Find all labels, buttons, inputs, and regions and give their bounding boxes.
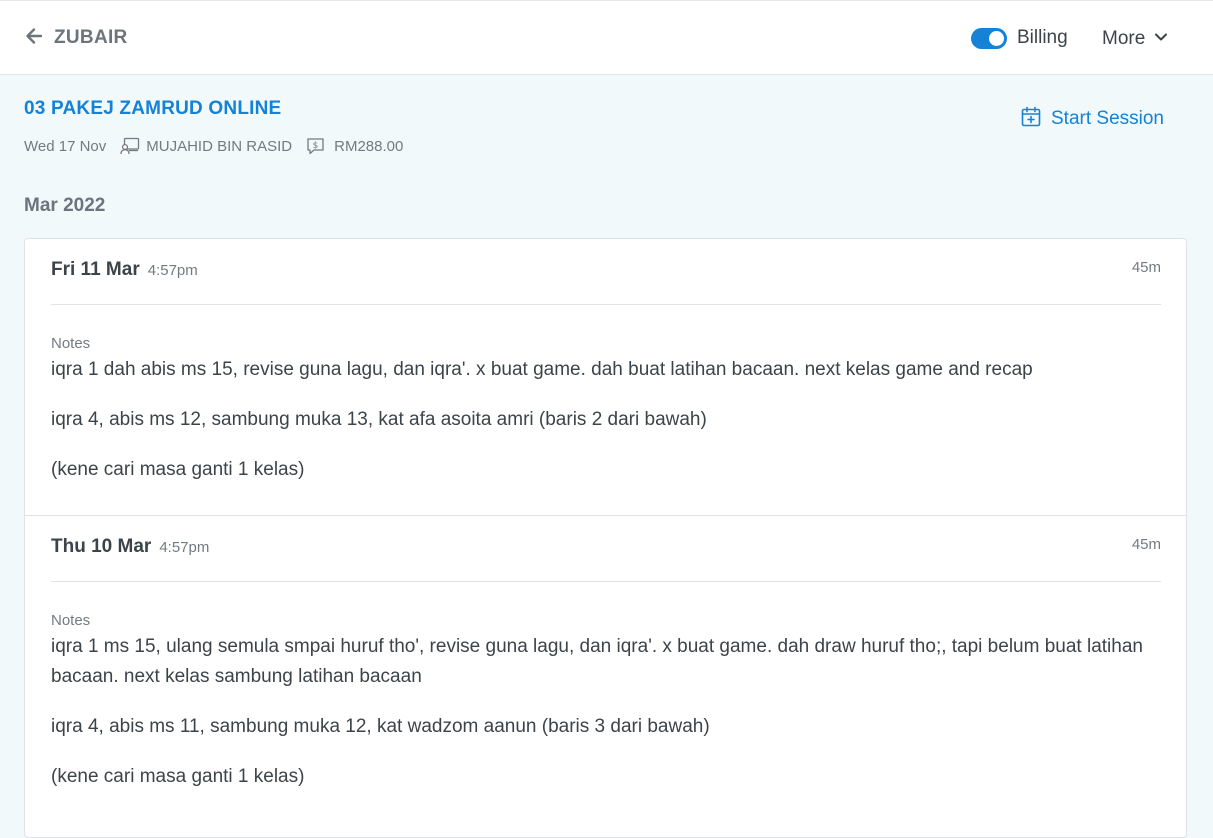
chevron-down-icon bbox=[1145, 30, 1168, 49]
more-dropdown[interactable]: More bbox=[1102, 26, 1168, 52]
session-duration: 45m bbox=[1131, 259, 1161, 276]
student-name: ZUBAIR bbox=[54, 27, 128, 48]
start-session-label: Start Session bbox=[1051, 108, 1164, 129]
session-header: Fri 11 Mar 4:57pm 45m bbox=[51, 239, 1161, 305]
session-date: Thu 10 Mar bbox=[51, 536, 152, 557]
month-heading: Mar 2022 bbox=[24, 195, 106, 216]
svg-text:$: $ bbox=[313, 141, 319, 151]
session-header: Thu 10 Mar 4:57pm 45m bbox=[51, 516, 1161, 582]
back-button[interactable]: ZUBAIR bbox=[24, 25, 128, 51]
session-card[interactable]: Fri 11 Mar 4:57pm 45m Notes iqra 1 dah ab… bbox=[25, 239, 1186, 515]
note-paragraph: iqra 1 dah abis ms 15, revise guna lagu,… bbox=[51, 359, 1033, 380]
start-session-button[interactable]: Start Session bbox=[1021, 106, 1164, 132]
package-date: Wed 17 Nov bbox=[24, 137, 107, 155]
teacher-icon bbox=[120, 137, 140, 155]
notes-label: Notes bbox=[51, 335, 91, 352]
note-paragraph: (kene cari masa ganti 1 kelas) bbox=[51, 766, 305, 787]
session-time: 4:57pm bbox=[159, 539, 210, 556]
note-paragraph: iqra 4, abis ms 11, sambung muka 12, kat… bbox=[51, 716, 710, 737]
session-time: 4:57pm bbox=[147, 262, 198, 279]
note-paragraph: iqra 1 ms 15, ulang semula smpai huruf t… bbox=[51, 636, 1143, 687]
session-duration: 45m bbox=[1131, 536, 1161, 553]
package-title: 03 PAKEJ ZAMRUD ONLINE bbox=[24, 98, 282, 119]
session-date-block: Thu 10 Mar 4:57pm bbox=[51, 536, 209, 558]
billing-switch[interactable] bbox=[971, 27, 1007, 49]
session-notes: Notes iqra 1 dah abis ms 15, revise guna… bbox=[51, 305, 1161, 515]
session-list: Fri 11 Mar 4:57pm 45m Notes iqra 1 dah ab… bbox=[24, 238, 1187, 838]
note-paragraph: (kene cari masa ganti 1 kelas) bbox=[51, 459, 305, 480]
billing-toggle[interactable]: Billing bbox=[971, 26, 1068, 50]
package-meta: Wed 17 Nov MUJAHID BIN RASID $ RM288.00 bbox=[24, 136, 403, 156]
session-card[interactable]: Thu 10 Mar 4:57pm 45m Notes iqra 1 ms 15,… bbox=[25, 515, 1186, 822]
session-date-block: Fri 11 Mar 4:57pm bbox=[51, 259, 198, 281]
arrow-left-icon bbox=[24, 26, 44, 51]
note-paragraph: iqra 4, abis ms 12, sambung muka 13, kat… bbox=[51, 409, 707, 430]
calendar-plus-icon bbox=[1021, 106, 1041, 132]
switch-knob bbox=[989, 30, 1004, 46]
billing-label: Billing bbox=[1017, 27, 1068, 48]
teacher-name: MUJAHID BIN RASID bbox=[146, 137, 293, 155]
session-date: Fri 11 Mar bbox=[51, 259, 140, 280]
package-price: RM288.00 bbox=[334, 137, 404, 155]
more-label: More bbox=[1102, 28, 1146, 49]
session-notes: Notes iqra 1 ms 15, ulang semula smpai h… bbox=[51, 582, 1161, 822]
top-bar: ZUBAIR Billing More bbox=[0, 0, 1213, 75]
price-tag-icon: $ bbox=[306, 137, 326, 155]
notes-label: Notes bbox=[51, 612, 91, 629]
